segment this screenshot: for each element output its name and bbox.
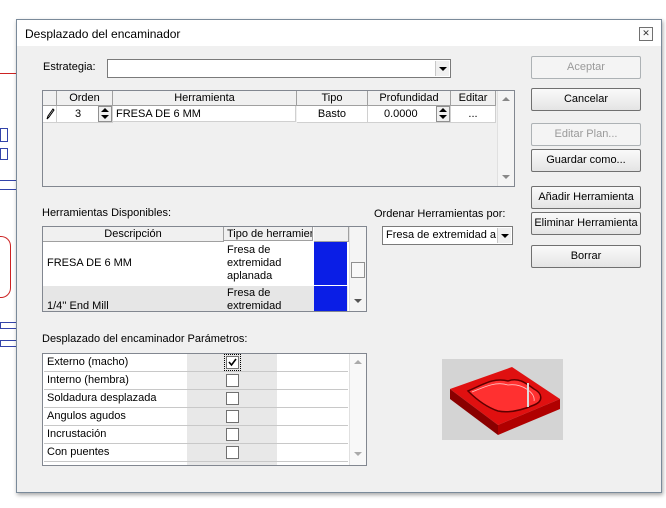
table-header-blank: [43, 91, 57, 106]
table-header-tool: Herramienta: [113, 91, 297, 106]
param-checkbox[interactable]: [224, 354, 241, 371]
available-tools-list: Descripción Tipo de herramier FRESA DE 6…: [42, 226, 367, 312]
background-app-curve: [0, 236, 11, 298]
accept-button[interactable]: Aceptar: [531, 56, 641, 79]
tool-color-swatch: [314, 286, 347, 311]
scroll-down-icon[interactable]: [354, 452, 362, 456]
close-icon[interactable]: ✕: [639, 27, 653, 41]
param-row: Soldadura desplazada: [44, 390, 348, 408]
sort-value: Fresa de extremidad ap: [386, 229, 496, 241]
table-header-depth: Profundidad: [368, 91, 451, 106]
list-item[interactable]: 1/4'' End Mill Fresa de extremidad: [43, 286, 348, 312]
dialog-window: Desplazado del encaminador ✕ Estrategia:…: [16, 19, 662, 493]
background-app-shape: [0, 148, 8, 160]
clear-button[interactable]: Borrar: [531, 245, 641, 268]
param-label: Externo (macho): [47, 356, 129, 368]
params-scrollbar[interactable]: [349, 354, 366, 465]
tool-type-line: Fresa de: [227, 287, 271, 299]
chevron-down-icon[interactable]: [435, 61, 449, 76]
sort-select[interactable]: Fresa de extremidad ap: [382, 226, 513, 245]
available-tools-label: Herramientas Disponibles:: [42, 207, 171, 219]
tool-type-line: Fresa de: [227, 244, 271, 256]
table-row[interactable]: 3: [57, 106, 113, 123]
chevron-down-icon[interactable]: [497, 228, 511, 243]
strategy-label: Estrategia:: [43, 61, 96, 73]
param-label: Interno (hembra): [47, 374, 129, 386]
tool-type: Fresa de extremidad: [227, 287, 282, 312]
scroll-up-icon[interactable]: [502, 97, 510, 101]
toolpath-scrollbar[interactable]: [497, 91, 514, 186]
param-row: Interno (hembra): [44, 372, 348, 390]
cancel-button[interactable]: Cancelar: [531, 88, 641, 111]
add-tool-button[interactable]: Añadir Herramienta: [531, 186, 641, 209]
edit-plan-button[interactable]: Editar Plan...: [531, 123, 641, 146]
tool-type-line: extremidad: [227, 257, 282, 269]
save-as-button[interactable]: Guardar como...: [531, 149, 641, 172]
background-app-shape: [0, 128, 8, 142]
params-grid: Externo (macho) Interno (hembra) Soldadura…: [42, 353, 367, 466]
order-stepper[interactable]: [98, 106, 112, 122]
tool-description: 1/4'' End Mill: [47, 300, 109, 312]
pencil-icon: [43, 106, 57, 123]
scroll-up-icon[interactable]: [354, 360, 362, 364]
toolpath-table: Orden Herramienta Tipo Profundidad Edita…: [42, 90, 515, 187]
param-checkbox[interactable]: [226, 446, 239, 459]
toolpath-preview-image: [442, 359, 563, 440]
strategy-select[interactable]: [107, 59, 451, 78]
table-header-type: Tipo: [297, 91, 368, 106]
table-header-edit: Editar: [451, 91, 496, 106]
param-row: Incrustación: [44, 426, 348, 444]
tool-type-line: aplanada: [227, 270, 273, 282]
param-checkbox[interactable]: [226, 392, 239, 405]
param-row: Externo (macho): [44, 354, 348, 372]
window-title: Desplazado del encaminador: [25, 27, 181, 41]
title-bar: Desplazado del encaminador ✕: [17, 20, 661, 46]
param-label: Con puentes: [47, 446, 110, 458]
scroll-down-icon[interactable]: [502, 175, 510, 179]
edit-cell-button[interactable]: ...: [451, 106, 496, 123]
depth-value: 0.0000: [384, 108, 418, 120]
tools-header-description: Descripción: [43, 227, 224, 242]
tool-type-line: extremidad: [227, 300, 282, 312]
depth-cell[interactable]: 0.0000: [368, 106, 451, 123]
remove-tool-button[interactable]: Eliminar Herramienta: [531, 212, 641, 235]
tool-name-cell[interactable]: FRESA DE 6 MM: [113, 106, 296, 122]
order-value: 3: [75, 108, 82, 120]
table-header-order: Orden: [57, 91, 113, 106]
params-label: Desplazado del encaminador Parámetros:: [42, 333, 248, 345]
tools-header-type: Tipo de herramier: [224, 227, 313, 241]
param-label: Incrustación: [47, 428, 107, 440]
param-label: Angulos agudos: [47, 410, 126, 422]
scroll-down-icon[interactable]: [354, 299, 362, 303]
param-label: Soldadura desplazada: [47, 392, 157, 404]
tools-header-color: [314, 227, 349, 242]
param-checkbox[interactable]: [226, 410, 239, 423]
tool-description: FRESA DE 6 MM: [47, 257, 132, 269]
param-row: Angulos agudos: [44, 408, 348, 426]
list-item[interactable]: FRESA DE 6 MM Fresa de extremidad aplana…: [43, 242, 348, 285]
param-checkbox[interactable]: [226, 428, 239, 441]
tool-type-cell[interactable]: Basto: [297, 106, 368, 123]
tool-type: Fresa de extremidad aplanada: [227, 244, 281, 283]
sort-label: Ordenar Herramientas por:: [374, 208, 506, 220]
param-checkbox[interactable]: [226, 374, 239, 387]
param-row: Con puentes: [44, 444, 348, 462]
tools-scrollbar[interactable]: [349, 227, 366, 311]
tool-color-swatch: [314, 242, 347, 285]
depth-stepper[interactable]: [436, 106, 450, 122]
scroll-thumb[interactable]: [351, 262, 365, 278]
